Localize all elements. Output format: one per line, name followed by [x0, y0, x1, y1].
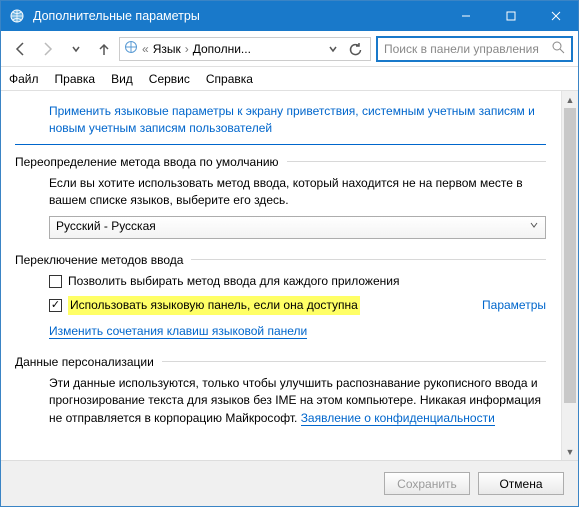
- vertical-scrollbar[interactable]: ▲ ▼: [561, 91, 578, 460]
- section-title: Переопределение метода ввода по умолчани…: [15, 155, 279, 169]
- checkbox-label: Использовать языковую панель, если она д…: [68, 296, 360, 315]
- breadcrumb-sep: «: [142, 42, 149, 56]
- globe-icon: [124, 40, 138, 57]
- refresh-button[interactable]: [344, 37, 366, 61]
- window-title: Дополнительные параметры: [33, 9, 443, 23]
- menu-bar: Файл Правка Вид Сервис Справка: [1, 67, 578, 91]
- window: Дополнительные параметры « Язык › Дополн…: [0, 0, 579, 507]
- checkbox-label: Позволить выбирать метод ввода для каждо…: [68, 273, 399, 290]
- language-bar-checkbox[interactable]: [49, 299, 62, 312]
- breadcrumb-chevron-icon: ›: [185, 42, 189, 56]
- section-title: Переключение методов ввода: [15, 253, 183, 267]
- maximize-button[interactable]: [488, 1, 533, 31]
- minimize-button[interactable]: [443, 1, 488, 31]
- breadcrumb-item[interactable]: Язык: [153, 42, 181, 56]
- titlebar: Дополнительные параметры: [1, 1, 578, 31]
- section-header: Переключение методов ввода: [15, 253, 546, 267]
- close-button[interactable]: [533, 1, 578, 31]
- address-dropdown-icon[interactable]: [322, 37, 344, 61]
- search-icon: [552, 41, 565, 57]
- section-description: Если вы хотите использовать метод ввода,…: [49, 175, 546, 210]
- search-placeholder: Поиск в панели управления: [384, 42, 546, 56]
- dialog-footer: Сохранить Отмена: [1, 460, 578, 506]
- breadcrumb-item[interactable]: Дополни...: [193, 42, 251, 56]
- scroll-thumb[interactable]: [564, 108, 576, 403]
- address-bar[interactable]: « Язык › Дополни...: [119, 37, 371, 61]
- section-title: Данные персонализации: [15, 355, 154, 369]
- recent-dropdown-icon[interactable]: [63, 36, 89, 62]
- up-button[interactable]: [91, 36, 117, 62]
- menu-tools[interactable]: Сервис: [149, 72, 190, 86]
- menu-edit[interactable]: Правка: [55, 72, 96, 86]
- input-method-dropdown[interactable]: Русский - Русская: [49, 216, 546, 239]
- change-hotkeys-link[interactable]: Изменить сочетания клавиш языковой панел…: [49, 324, 307, 339]
- chevron-down-icon: [529, 218, 539, 235]
- content-area: Применить языковые параметры к экрану пр…: [1, 91, 578, 460]
- cancel-button[interactable]: Отмена: [478, 472, 564, 495]
- section-header: Переопределение метода ввода по умолчани…: [15, 155, 546, 169]
- language-bar-options-link[interactable]: Параметры: [482, 297, 546, 314]
- nav-toolbar: « Язык › Дополни... Поиск в панели управ…: [1, 31, 578, 67]
- menu-help[interactable]: Справка: [206, 72, 253, 86]
- per-app-checkbox[interactable]: [49, 275, 62, 288]
- search-input[interactable]: Поиск в панели управления: [377, 37, 572, 61]
- section-header: Данные персонализации: [15, 355, 546, 369]
- apply-to-welcome-link[interactable]: Применить языковые параметры к экрану пр…: [15, 97, 546, 145]
- dropdown-value: Русский - Русская: [56, 218, 156, 235]
- forward-button[interactable]: [35, 36, 61, 62]
- scroll-track[interactable]: [562, 108, 578, 443]
- save-button[interactable]: Сохранить: [384, 472, 470, 495]
- menu-file[interactable]: Файл: [9, 72, 39, 86]
- back-button[interactable]: [7, 36, 33, 62]
- privacy-statement-link[interactable]: Заявление о конфиденциальности: [301, 411, 495, 426]
- menu-view[interactable]: Вид: [111, 72, 133, 86]
- scroll-up-icon[interactable]: ▲: [562, 91, 578, 108]
- scroll-down-icon[interactable]: ▼: [562, 443, 578, 460]
- app-icon: [9, 8, 25, 24]
